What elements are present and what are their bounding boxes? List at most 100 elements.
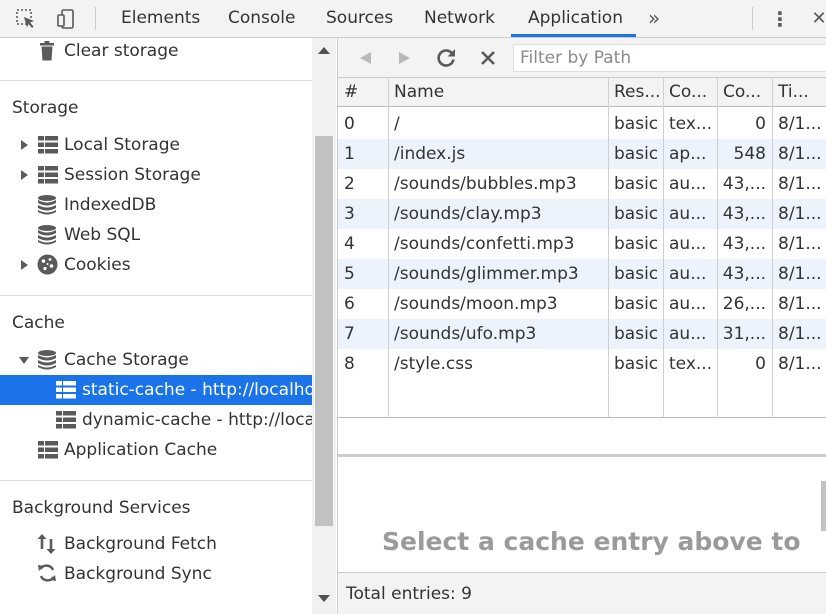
- cell-name: /sounds/ufo.mp3: [394, 324, 537, 344]
- sidebar-item-local-storage[interactable]: Local Storage: [0, 130, 312, 160]
- table-row[interactable]: 3/sounds/clay.mp3 basic au... 43,... 8/1...: [338, 199, 826, 229]
- delete-entry-button[interactable]: [470, 38, 506, 77]
- cell-index: 5: [344, 264, 355, 284]
- filter-by-path-input[interactable]: [513, 44, 826, 72]
- column-header-response-type[interactable]: Res...: [608, 78, 663, 107]
- cell-response-type: basic: [614, 234, 659, 254]
- sidebar-item-cache-storage[interactable]: Cache Storage: [0, 345, 312, 375]
- column-divider[interactable]: [717, 78, 718, 418]
- sidebar-item-static-cache[interactable]: static-cache - http://localhost: [0, 375, 312, 405]
- sidebar-item-label: dynamic-cache - http://localhost: [82, 410, 312, 430]
- sidebar-item-application-cache[interactable]: Application Cache: [0, 435, 312, 465]
- cell-name: /sounds/confetti.mp3: [394, 234, 575, 254]
- cell-index: 4: [344, 234, 355, 254]
- cell-name: /index.js: [394, 144, 466, 164]
- cookie-icon: [37, 254, 58, 275]
- sidebar-item-label: Cache Storage: [64, 350, 189, 370]
- cell-name: /sounds/clay.mp3: [394, 204, 542, 224]
- column-header-name[interactable]: Name: [388, 78, 608, 107]
- column-divider[interactable]: [608, 78, 609, 418]
- table-row[interactable]: 7/sounds/ufo.mp3 basic au... 31,... 8/1...: [338, 319, 826, 349]
- scrollbar-thumb[interactable]: [315, 136, 333, 526]
- column-header-index[interactable]: #: [338, 78, 388, 107]
- section-divider: [0, 80, 312, 81]
- section-header-storage: Storage: [12, 98, 79, 118]
- cell-index: 7: [344, 324, 355, 344]
- sidebar-item-background-fetch[interactable]: Background Fetch: [0, 529, 312, 559]
- section-header-cache: Cache: [12, 313, 65, 333]
- sidebar-item-label: Cookies: [64, 255, 131, 275]
- cache-entries-table: # Name Res... Co... Co... Ti... 0 / basic t…: [338, 78, 826, 418]
- column-divider[interactable]: [772, 78, 773, 418]
- cell-content-length: 43,...: [722, 204, 766, 224]
- cell-name: /sounds/bubbles.mp3: [394, 174, 577, 194]
- device-toolbar-icon[interactable]: [48, 0, 84, 37]
- devtools-toolbar: Elements Console Sources Network Applica…: [0, 0, 826, 38]
- column-header-content-type[interactable]: Co...: [663, 78, 717, 107]
- column-header-content-length[interactable]: Co...: [717, 78, 772, 107]
- total-entries-status: Total entries: 9: [338, 572, 826, 614]
- cell-response-type: basic: [614, 324, 659, 344]
- table-row[interactable]: 6/sounds/moon.mp3 basic au... 26,... 8/1...: [338, 289, 826, 319]
- tab-network[interactable]: Network: [424, 0, 495, 37]
- application-sidebar: Clear storage Storage Local Storage Sess…: [0, 38, 312, 614]
- collapse-arrow-icon[interactable]: [19, 357, 29, 364]
- preview-pane: Select a cache entry above to: [338, 457, 826, 571]
- kebab-menu-icon[interactable]: ⋮: [766, 0, 794, 37]
- column-header-time-cached[interactable]: Ti...: [772, 78, 826, 107]
- sidebar-item-label: static-cache - http://localhost: [82, 380, 312, 400]
- column-divider[interactable]: [388, 78, 389, 418]
- cell-content-length: 0: [755, 354, 766, 374]
- cache-storage-view: # Name Res... Co... Co... Ti... 0 / basic t…: [337, 38, 826, 614]
- cell-time-cached: 8/1...: [778, 114, 822, 134]
- table-row[interactable]: 0 / basic tex... 0 8/1...: [338, 109, 826, 139]
- table-row[interactable]: 8/style.css basic tex... 0 8/1...: [338, 349, 826, 379]
- tab-application[interactable]: Application: [528, 0, 623, 37]
- table-row[interactable]: 4/sounds/confetti.mp3 basic au... 43,... 8/1…: [338, 229, 826, 259]
- cell-content-type: tex...: [669, 114, 713, 134]
- cell-index: 8: [344, 354, 355, 374]
- sidebar-item-background-sync[interactable]: Background Sync: [0, 559, 312, 589]
- inspect-element-icon[interactable]: [8, 0, 44, 37]
- column-divider[interactable]: [663, 78, 664, 418]
- next-page-button[interactable]: [387, 38, 423, 77]
- table-row[interactable]: 2/sounds/bubbles.mp3 basic au... 43,... 8/1.…: [338, 169, 826, 199]
- table-row[interactable]: 1/index.js basic ap... 548 8/1...: [338, 139, 826, 169]
- sidebar-item-label: Background Fetch: [64, 534, 217, 554]
- section-divider: [0, 295, 312, 296]
- sidebar-scrollbar[interactable]: [312, 38, 336, 614]
- tab-sources[interactable]: Sources: [326, 0, 393, 37]
- close-icon: [481, 50, 495, 65]
- table-row[interactable]: 5/sounds/glimmer.mp3 basic au... 43,... 8/1.…: [338, 259, 826, 289]
- more-tabs-icon[interactable]: »: [648, 0, 660, 37]
- sidebar-item-cookies[interactable]: Cookies: [0, 250, 312, 280]
- sidebar-item-session-storage[interactable]: Session Storage: [0, 160, 312, 190]
- cell-index: 1: [344, 144, 355, 164]
- cell-index: 6: [344, 294, 355, 314]
- preview-scrollbar[interactable]: [821, 481, 826, 531]
- tab-elements[interactable]: Elements: [121, 0, 200, 37]
- cell-name: /: [394, 114, 400, 134]
- grid-icon: [38, 136, 58, 154]
- cell-content-length: 0: [755, 114, 766, 134]
- cell-content-length: 31,...: [722, 324, 766, 344]
- expand-arrow-icon[interactable]: [21, 260, 28, 270]
- sidebar-item-clear-storage[interactable]: Clear storage: [0, 38, 312, 66]
- tab-console[interactable]: Console: [228, 0, 296, 37]
- close-icon[interactable]: ✕: [808, 0, 826, 37]
- expand-arrow-icon[interactable]: [21, 140, 28, 150]
- cell-content-length: 43,...: [722, 234, 766, 254]
- refresh-button[interactable]: [428, 38, 464, 77]
- cell-time-cached: 8/1...: [778, 174, 822, 194]
- scroll-up-icon[interactable]: [318, 47, 330, 54]
- expand-arrow-icon[interactable]: [21, 170, 28, 180]
- refresh-icon: [437, 48, 455, 67]
- cell-time-cached: 8/1...: [778, 204, 822, 224]
- sync-icon: [37, 563, 57, 583]
- scroll-down-icon[interactable]: [318, 595, 330, 602]
- previous-page-button[interactable]: [347, 38, 383, 77]
- sidebar-item-dynamic-cache[interactable]: dynamic-cache - http://localhost: [0, 405, 312, 435]
- toolbar-divider: [95, 7, 96, 30]
- sidebar-item-indexeddb[interactable]: IndexedDB: [0, 190, 312, 220]
- sidebar-item-web-sql[interactable]: Web SQL: [0, 220, 312, 250]
